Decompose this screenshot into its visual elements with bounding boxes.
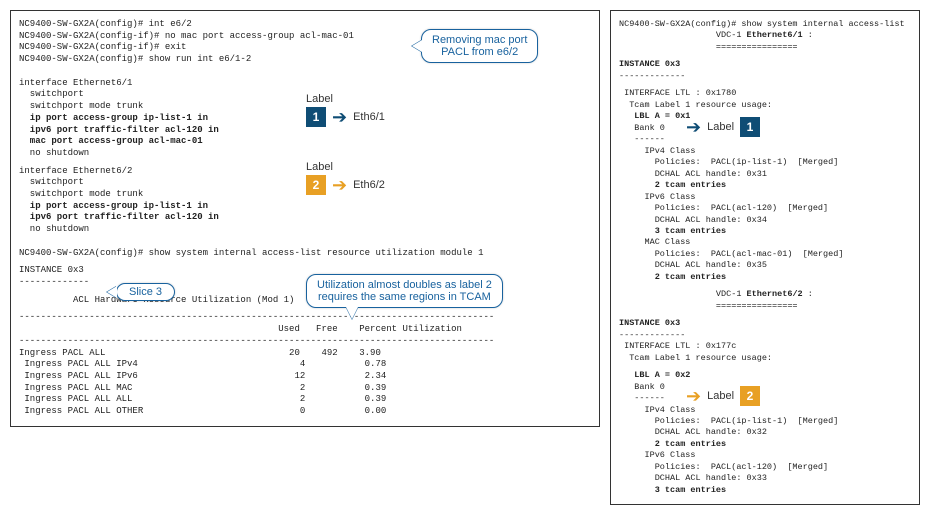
entries-line: 2 tcam entries [619,439,911,450]
eth-label: Eth6/1 [353,111,385,123]
label-word: Label [707,121,734,133]
if1-line: mac port access-group acl-mac-01 [19,136,591,148]
table-row: Ingress PACL ALL MAC 2 0.39 [19,383,591,395]
policy-line: Policies: PACL(acl-mac-01) [Merged] [619,249,911,260]
callout-text: Removing mac port [432,34,527,46]
tcam-line: Tcam Label 1 resource usage: [619,353,911,364]
arrow-right-icon: ➔ [332,176,347,194]
handle-line: DCHAL ACL handle: 0x31 [619,169,911,180]
table-row: Ingress PACL ALL ALL 2 0.39 [19,394,591,406]
if1-header: interface Ethernet6/1 [19,78,591,90]
class-line: IPv6 Class [619,450,911,461]
rule-line: ----------------------------------------… [19,312,591,324]
tcam-line: Tcam Label 1 resource usage: [619,100,911,111]
class-line: MAC Class [619,237,911,248]
hdr-line: VDC-1 Ethernet6/1 : [619,30,911,41]
if2-line: no shutdown [19,224,591,236]
class-line: IPv6 Class [619,192,911,203]
label-word: Label [306,93,333,105]
badge-2: 2 [740,386,760,406]
if1-line: no shutdown [19,148,591,160]
ltl-line: INTERFACE LTL : 0x1780 [619,88,911,99]
label1-group: Label 1 ➔ Eth6/1 [306,93,385,127]
policy-line: Policies: PACL(acl-120) [Merged] [619,462,911,473]
if1-line: switchport mode trunk [19,101,591,113]
callout-slice3: Slice 3 [116,283,175,301]
badge-1: 1 [740,117,760,137]
arrow-right-icon: ➔ [686,118,701,136]
table-row: Ingress PACL ALL 20 492 3.90 [19,348,591,360]
policy-line: Policies: PACL(ip-list-1) [Merged] [619,416,911,427]
class-line: IPv4 Class [619,405,911,416]
dash-line: ------------- [619,71,911,82]
lbl-line: LBL A = 0x1 [619,111,911,122]
if1-line: switchport [19,89,591,101]
lbl-line: LBL A = 0x2 [619,370,911,381]
table-row: Ingress PACL ALL IPv4 4 0.78 [19,359,591,371]
show-cmd: NC9400-SW-GX2A(config)# show system inte… [19,248,591,260]
instance-line: INSTANCE 0x3 [619,59,911,70]
if2-line: switchport [19,177,591,189]
rule-line: ----------------------------------------… [19,336,591,348]
callout-remove-pacl: Removing mac port PACL from e6/2 [421,29,538,63]
handle-line: DCHAL ACL handle: 0x34 [619,215,911,226]
bank-line: Bank 0 [619,123,911,134]
dash-line: ------------- [19,277,591,289]
rule-line: ================ [619,301,911,312]
ltl-line: INTERFACE LTL : 0x177c [619,341,911,352]
table-row: Ingress PACL ALL OTHER 0 0.00 [19,406,591,418]
handle-line: DCHAL ACL handle: 0x35 [619,260,911,271]
callout-text: Utilization almost doubles as label 2 [317,279,492,291]
label-word: Label [306,161,333,173]
hdr-line: VDC-1 Ethernet6/2 : [619,289,911,300]
if2-line: ipv6 port traffic-filter acl-120 in [19,212,591,224]
policy-line: Policies: PACL(ip-list-1) [Merged] [619,157,911,168]
badge-2: 2 [306,175,326,195]
eth-label: Eth6/2 [353,179,385,191]
rule-line: ================ [619,42,911,53]
callout-utilization: Utilization almost doubles as label 2 re… [306,274,503,308]
dash-line: ------------- [619,330,911,341]
entries-line: 3 tcam entries [619,226,911,237]
handle-line: DCHAL ACL handle: 0x32 [619,427,911,438]
label2-group: Label 2 ➔ Eth6/2 [306,161,385,195]
class-line: IPv4 Class [619,146,911,157]
entries-line: 2 tcam entries [619,180,911,191]
handle-line: DCHAL ACL handle: 0x33 [619,473,911,484]
dash-line: ------ [619,134,911,145]
cli-line: NC9400-SW-GX2A(config)# show system inte… [619,19,911,30]
badge-1: 1 [306,107,326,127]
if2-header: interface Ethernet6/2 [19,166,591,178]
arrow-right-icon: ➔ [332,108,347,126]
instance-line: INSTANCE 0x3 [619,318,911,329]
entries-line: 3 tcam entries [619,485,911,496]
callout-text: requires the same regions in TCAM [318,291,491,303]
callout-text: Slice 3 [129,286,162,298]
entries-line: 2 tcam entries [619,272,911,283]
policy-line: Policies: PACL(acl-120) [Merged] [619,203,911,214]
dash-line: ------ [619,393,911,404]
left-panel: NC9400-SW-GX2A(config)# int e6/2 NC9400-… [10,10,600,427]
right-panel: NC9400-SW-GX2A(config)# show system inte… [610,10,920,505]
bank-line: Bank 0 [619,382,911,393]
arrow-right-icon: ➔ [686,387,701,405]
label-word: Label [707,390,734,402]
right-label2-group: ➔ Label 2 [686,386,760,406]
if1-line: ipv6 port traffic-filter acl-120 in [19,125,591,137]
table-header: Used Free Percent Utilization [19,324,591,336]
instance-line: INSTANCE 0x3 [19,265,591,277]
if2-line: switchport mode trunk [19,189,591,201]
if2-line: ip port access-group ip-list-1 in [19,201,591,213]
callout-text: PACL from e6/2 [441,46,518,58]
table-title: ACL Hardware Resource Utilization (Mod 1… [19,295,591,307]
table-row: Ingress PACL ALL IPv6 12 2.34 [19,371,591,383]
right-label1-group: ➔ Label 1 [686,117,760,137]
if1-line: ip port access-group ip-list-1 in [19,113,591,125]
